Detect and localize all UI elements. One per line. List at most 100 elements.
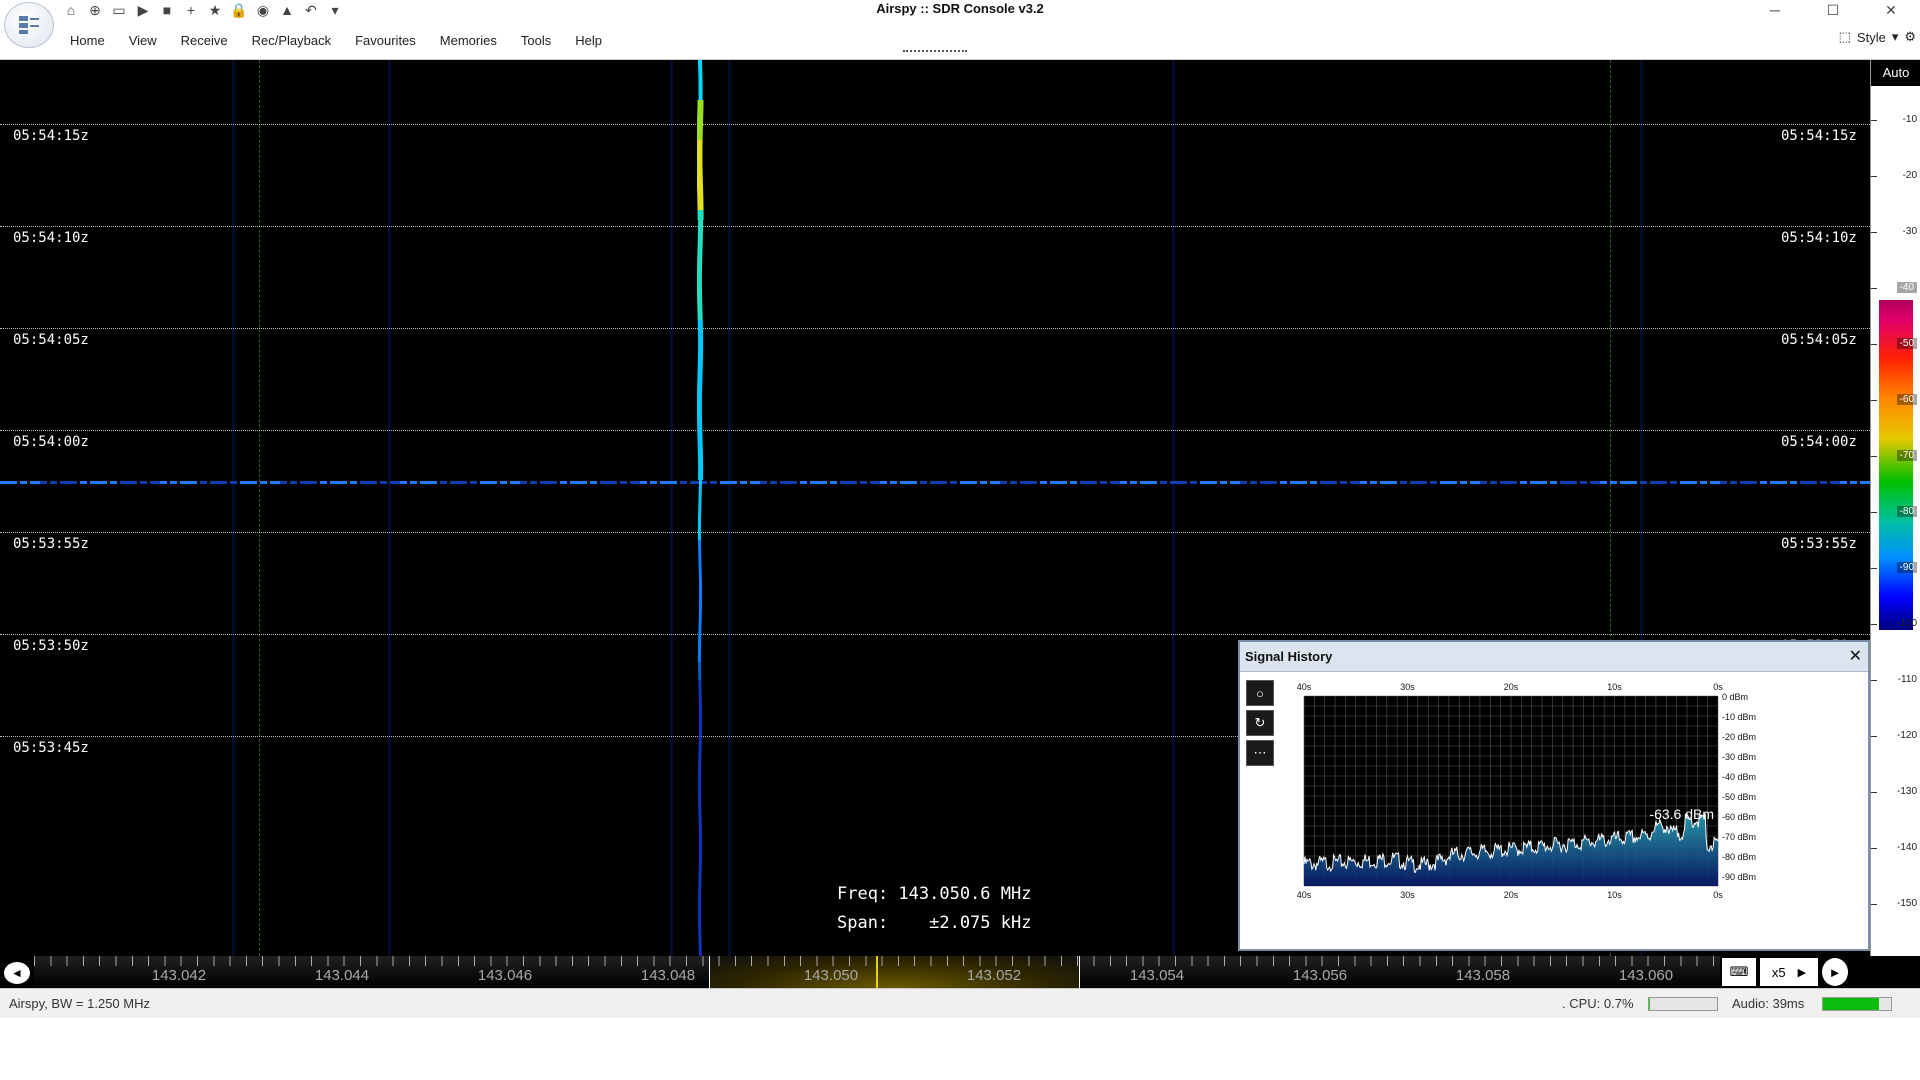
zoom-value: x5 — [1771, 964, 1786, 980]
zoom-selector[interactable]: x5 ▶ — [1760, 958, 1818, 986]
waterfall-faint-signal — [670, 60, 673, 956]
menu-favourites[interactable]: Favourites — [343, 32, 428, 49]
timestamp-label-right: 05:54:15z — [1775, 126, 1863, 146]
scale-tick-label: -120 — [1871, 730, 1920, 741]
dropdown-icon[interactable]: ▾ — [326, 1, 344, 19]
time-axis-label: 10s — [1607, 890, 1622, 900]
style-label: Style — [1856, 29, 1886, 45]
timestamp-label-left: 05:53:55z — [7, 534, 95, 554]
timestamp-label-right: 05:54:10z — [1775, 228, 1863, 248]
scale-tick-value: -150 — [1896, 898, 1917, 909]
menu-tools[interactable]: Tools — [509, 32, 563, 49]
style-menu[interactable]: ⬚ Style ▾ ⚙ — [1839, 29, 1916, 45]
audio-label: Audio: 39ms — [1732, 996, 1805, 1011]
menu-bar: Home View Receive Rec/Playback Favourites Mem… — [0, 20, 1920, 60]
timestamp-label-left: 05:53:50z — [7, 636, 95, 656]
dbm-axis-label: -40 dBm — [1722, 772, 1756, 782]
wideband-burst — [0, 481, 1870, 484]
dbm-axis-label: -80 dBm — [1722, 852, 1756, 862]
timestamp-label-right: 05:54:00z — [1775, 432, 1863, 452]
scale-tick-value: -40 — [1896, 282, 1917, 293]
status-bar: Airspy, BW = 1.250 MHz . CPU: 0.7% Audio… — [0, 988, 1920, 1018]
cpu-meter-fill — [1649, 998, 1650, 1010]
freq-value: Freq: 143.050.6 MHz — [837, 884, 1032, 904]
maximize-button[interactable]: ☐ — [1804, 0, 1862, 20]
chevron-down-icon: ▾ — [1891, 29, 1899, 44]
timestamp-label-left: 05:54:15z — [7, 126, 95, 146]
minimize-button[interactable]: ─ — [1746, 0, 1804, 20]
signal-history-svg: 0 dBm -10 dBm -20 dBm -30 dBm -40 dBm -50 dBm… — [1297, 682, 1756, 900]
scale-tick-value: -50 — [1896, 338, 1917, 349]
scale-tick-value: -140 — [1896, 842, 1917, 853]
keyboard-icon[interactable]: ⌨ — [1722, 958, 1756, 986]
timestamp-label-left: 05:53:45z — [7, 738, 95, 758]
menu-rec-playback[interactable]: Rec/Playback — [240, 32, 343, 49]
frequency-axis[interactable]: ◄ 143.042 143.044 143.046 143.048 143.050 143… — [0, 956, 1920, 988]
add-icon[interactable]: + — [182, 1, 200, 19]
frequency-ruler[interactable]: 143.042 143.044 143.046 143.048 143.050 143.0… — [34, 956, 1720, 988]
home-icon[interactable]: ⌂ — [62, 1, 80, 19]
scale-tick-value: -120 — [1896, 730, 1917, 741]
scale-tick-value: -90 — [1896, 562, 1917, 573]
lock-icon[interactable]: 🔒 — [230, 1, 248, 19]
time-axis-label: 30s — [1400, 682, 1415, 692]
quick-access-toolbar: ⌂ ⊕ ▭ ▶ ■ + ★ 🔒 ◉ ▲ ↶ ▾ — [62, 0, 344, 20]
time-gridline — [0, 430, 1870, 431]
signal-history-panel[interactable]: Signal History ✕ ○ ↻ ⋯ 0 dBm -10 dBm -20 d… — [1238, 640, 1870, 951]
time-axis-label: 30s — [1400, 890, 1415, 900]
app-menu-button[interactable] — [4, 2, 54, 48]
menu-help[interactable]: Help — [563, 32, 614, 49]
time-gridline — [0, 532, 1870, 533]
signal-history-toolbar: ○ ↻ ⋯ — [1246, 680, 1276, 766]
stop-icon[interactable]: ■ — [158, 1, 176, 19]
menu-home[interactable]: Home — [58, 32, 117, 49]
menu-memories[interactable]: Memories — [428, 32, 509, 49]
signal-history-titlebar[interactable]: Signal History ✕ — [1240, 642, 1868, 672]
frequency-label: 143.052 — [966, 967, 1022, 984]
scale-tick-label: -60 — [1871, 394, 1920, 405]
reset-icon[interactable]: ↻ — [1246, 710, 1274, 736]
play-icon[interactable]: ▶ — [134, 1, 152, 19]
waterfall-faint-signal — [728, 60, 731, 956]
close-icon[interactable]: ✕ — [1849, 646, 1862, 666]
more-icon[interactable]: ⋯ — [1246, 740, 1274, 766]
timestamp-label-right: 05:53:55z — [1775, 534, 1863, 554]
menu-items: Home View Receive Rec/Playback Favourites Mem… — [58, 32, 614, 49]
device-status: Airspy, BW = 1.250 MHz — [9, 996, 150, 1011]
signal-history-plot: 0 dBm -10 dBm -20 dBm -30 dBm -40 dBm -50 dBm… — [1282, 676, 1864, 946]
frequency-label: 143.046 — [477, 967, 533, 984]
ribbon-grip[interactable] — [903, 50, 967, 52]
timestamp-label-right: 05:54:05z — [1775, 330, 1863, 350]
scale-tick-value: -60 — [1896, 394, 1917, 405]
frequency-label: 143.042 — [151, 967, 207, 984]
dbm-axis-label: -20 dBm — [1722, 732, 1756, 742]
scroll-right-icon[interactable]: ► — [1822, 958, 1848, 986]
scale-tick-label: -50 — [1871, 338, 1920, 349]
scale-tick-label: -30 — [1871, 226, 1920, 237]
cpu-label: . CPU: 0.7% — [1562, 996, 1634, 1011]
current-signal-value: -63.6 dBm — [1649, 806, 1714, 822]
auto-scale-button[interactable]: Auto — [1871, 60, 1920, 86]
time-axis-label: 10s — [1607, 682, 1622, 692]
camera-icon[interactable]: ◉ — [254, 1, 272, 19]
scroll-left-icon[interactable]: ◄ — [4, 962, 30, 984]
menu-view[interactable]: View — [117, 32, 169, 49]
gear-icon[interactable]: ⚙ — [1904, 29, 1916, 45]
waterfall-faint-signal — [388, 60, 391, 956]
level-scale[interactable]: Auto -10 -20 -30 -40 -50 -60 -70 -80 -90 -100 -110… — [1870, 60, 1920, 956]
scale-tick-label: -80 — [1871, 506, 1920, 517]
dbm-axis-label: -30 dBm — [1722, 752, 1756, 762]
close-button[interactable]: ✕ — [1862, 0, 1920, 20]
undo-icon[interactable]: ↶ — [302, 1, 320, 19]
span-value: Span: ±2.075 kHz — [837, 913, 1032, 933]
menu-receive[interactable]: Receive — [169, 32, 240, 49]
lifebuoy-icon[interactable]: ⊕ — [86, 1, 104, 19]
folder-icon[interactable]: ▭ — [110, 1, 128, 19]
star-icon[interactable]: ★ — [206, 1, 224, 19]
waterfall-faint-signal — [1172, 60, 1175, 956]
frequency-label: 143.060 — [1618, 967, 1674, 984]
dbm-axis-label: -70 dBm — [1722, 832, 1756, 842]
circle-icon[interactable]: ○ — [1246, 680, 1274, 706]
flask-icon[interactable]: ▲ — [278, 1, 296, 19]
timestamp-label-left: 05:54:10z — [7, 228, 95, 248]
